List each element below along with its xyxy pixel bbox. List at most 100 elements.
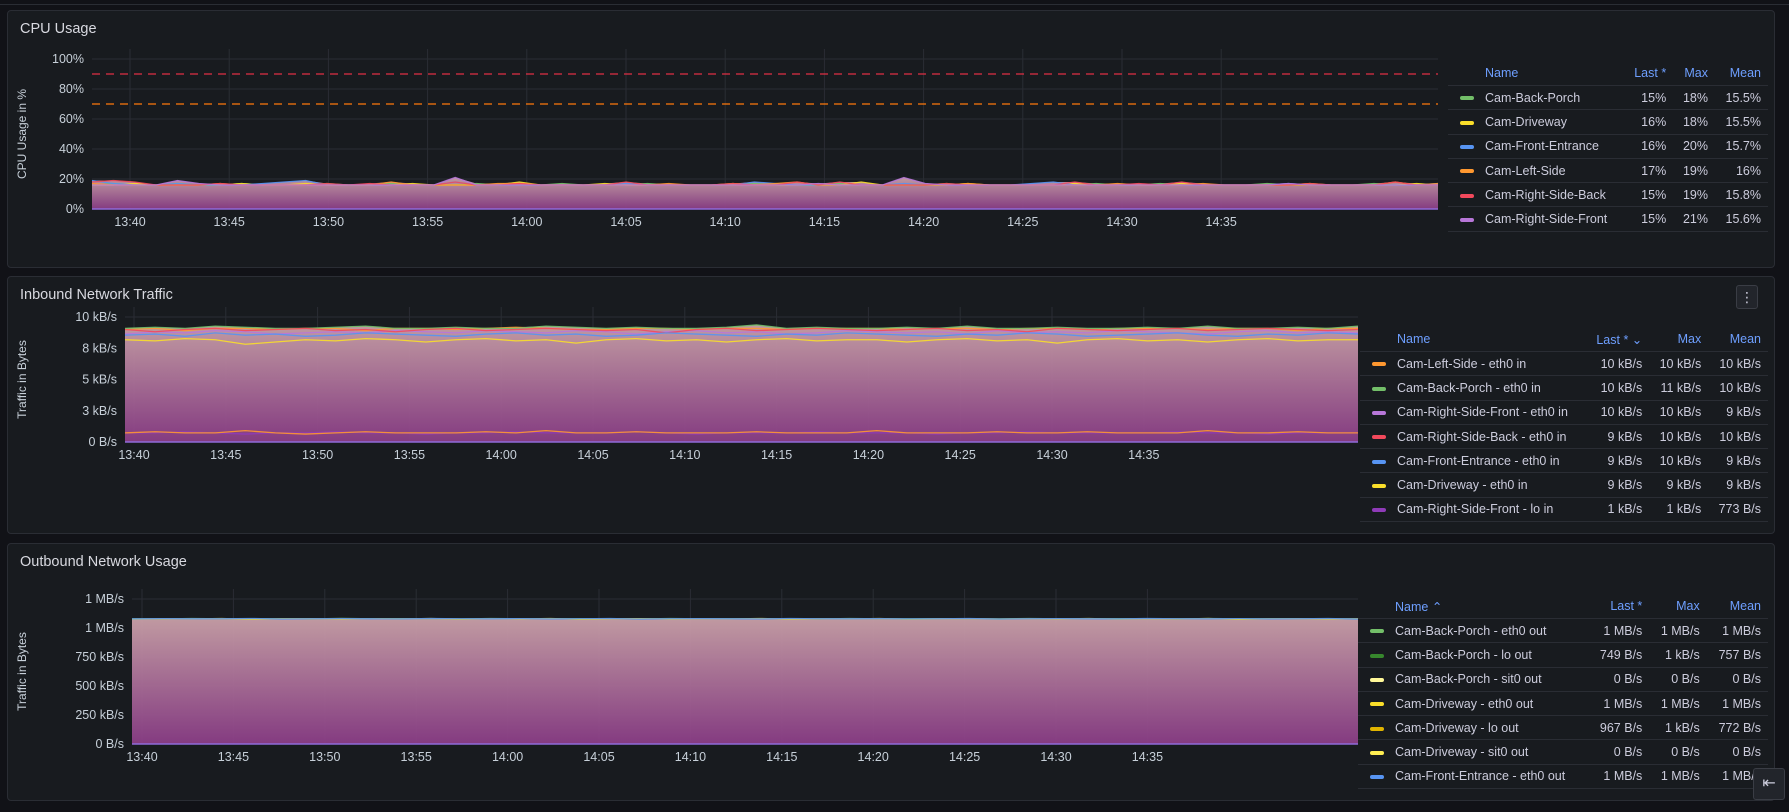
legend-header-mean[interactable]: Mean [1706,594,1768,619]
legend-row[interactable]: Cam-Front-Entrance 16% 20% 15.7% [1448,134,1768,159]
legend-max: 1 MB/s [1649,764,1707,790]
x-tick-label: 13:45 [218,750,249,764]
inbound-traffic-chart[interactable]: 0 B/s 3 kB/s 5 kB/s 8 kB/s 10 kB/s 13:40 13:45… [8,277,1359,534]
legend-header-mean[interactable]: Mean [1708,327,1768,352]
legend-row[interactable]: Cam-Front-Entrance - eth0 out 1 MB/s 1 MB/… [1358,764,1768,790]
legend-header-max[interactable]: Max [1649,327,1709,352]
x-tick-label: 14:00 [486,448,517,462]
legend-row[interactable]: Cam-Driveway - eth0 in 9 kB/s 9 kB/s 9 kB/s [1360,472,1768,498]
x-tick-label: 13:55 [394,448,425,462]
legend-last: 1 MB/s [1588,764,1650,790]
legend-row[interactable]: Cam-Driveway 16% 18% 15.5% [1448,109,1768,135]
collapse-panel-icon[interactable]: ⇤ [1753,768,1785,800]
series-color-swatch [1372,459,1386,464]
legend-last: 10 kB/s [1585,351,1650,377]
y-axis-label: Traffic in Bytes [15,632,29,711]
legend-name: Cam-Driveway - sit0 out [1388,739,1589,765]
legend-last: 1 kB/s [1585,521,1650,527]
legend-last: 17% [1623,158,1674,184]
legend-mean: 0 B/s [1706,739,1768,765]
legend-mean: 757 B/s [1706,642,1768,668]
legend-max: 19% [1673,182,1715,208]
legend-last: 15% [1623,206,1674,232]
legend-row[interactable]: Cam-Back-Porch - sit0 out 0 B/s 0 B/s 0 B/s [1358,667,1768,692]
legend-header-name[interactable]: Name [1478,61,1624,86]
legend-row[interactable]: Cam-Right-Side-Front 15% 21% 15.6% [1448,206,1768,232]
series-color-swatch [1370,702,1384,707]
legend-header-mean[interactable]: Mean [1715,61,1768,86]
legend-last: 749 B/s [1588,642,1650,668]
legend-header-last[interactable]: Last * ⌄ [1585,327,1650,352]
legend-name: Cam-Driveway [1478,109,1624,135]
y-tick-label: 1 MB/s [85,621,124,635]
x-tick-label: 14:15 [766,750,797,764]
x-tick-label: 14:05 [583,750,614,764]
series-color-swatch [1370,750,1384,755]
legend-mean: 773 B/s [1708,497,1768,523]
legend-row[interactable]: Cam-Right-Side-Back - eth0 in 9 kB/s 10 kB… [1360,424,1768,450]
x-tick-label: 14:05 [610,215,641,229]
outbound-traffic-chart[interactable]: 0 B/s 250 kB/s 500 kB/s 750 kB/s 1 MB/s 1 MB/… [8,544,1359,801]
x-tick-label: 14:35 [1132,750,1163,764]
series-color-swatch [1460,96,1474,101]
y-tick-label: 60% [59,112,84,126]
legend-name: Cam-Front-Entrance - eth0 in [1390,448,1586,474]
legend-row[interactable]: Cam-Right-Side-Front - lo in 1 kB/s 1 kB/s… [1360,497,1768,523]
cpu-usage-chart[interactable]: 0% 20% 40% 60% 80% 100% 13:40 13:45 13:50 13:55 14… [8,11,1448,268]
legend-last: 967 B/s [1588,715,1650,741]
legend-header-max[interactable]: Max [1673,61,1715,86]
legend-row[interactable]: Cam-Front-Entrance - eth0 in 9 kB/s 10 kB/… [1360,448,1768,474]
legend-header-spacer [1360,327,1390,352]
legend-row[interactable]: Cam-Right-Side-Front - eth0 in 10 kB/s 10 … [1360,400,1768,425]
legend-row[interactable]: Cam-Driveway - eth0 out 1 MB/s 1 MB/s 1 MB/… [1358,691,1768,717]
series-color-swatch [1370,653,1384,658]
series-color-swatch [1370,677,1384,682]
legend-last: 15% [1623,182,1674,208]
series-color-swatch [1372,435,1386,440]
legend-last: 16% [1623,109,1674,135]
legend-row[interactable]: Cam-Left-Side - eth0 in 10 kB/s 10 kB/s 10 … [1360,351,1768,377]
x-tick-label: 13:50 [309,750,340,764]
x-tick-label: 13:45 [214,215,245,229]
legend-name: Cam-Back-Porch - sit0 out [1388,667,1589,692]
legend-row[interactable]: Cam-Driveway - sit0 out 0 B/s 0 B/s 0 B/s [1358,739,1768,765]
legend-header-name[interactable]: Name ⌃ [1388,594,1589,619]
legend-mean: 9 kB/s [1708,400,1768,425]
legend-max: 1 kB/s [1649,497,1709,523]
legend-row[interactable]: Cam-Back-Porch 15% 18% 15.5% [1448,85,1768,111]
y-tick-label: 8 kB/s [82,341,117,355]
legend-name: Cam-Right-Side-Back [1478,182,1624,208]
y-axis-label: Traffic in Bytes [15,340,29,419]
legend-mean: 15.8% [1715,182,1768,208]
legend-name: Cam-Front-Entrance - eth0 out [1388,764,1589,790]
inbound-legend: Name Last * ⌄ Max Mean Cam-Left-Side - eth0 … [1360,327,1768,527]
outbound-legend: Name ⌃ Last * Max Mean Cam-Back-Porch - eth0… [1358,594,1768,794]
legend-name: Cam-Back-Porch - eth0 in [1390,375,1586,401]
legend-header-name[interactable]: Name [1390,327,1586,352]
legend-row[interactable]: Cam-Left-Side 17% 19% 16% [1448,158,1768,184]
legend-row[interactable]: Cam-Front-Entrance - lo out752 B/s1 kB/s… [1358,788,1768,794]
legend-name: Cam-Front-Entrance [1478,134,1624,159]
legend-row[interactable]: Cam-Back-Porch - eth0 in 10 kB/s 11 kB/s 10… [1360,375,1768,401]
legend-row[interactable]: Cam-Right-Side-Back 15% 19% 15.8% [1448,182,1768,208]
legend-name: Cam-Left-Side - eth0 in [1390,351,1586,377]
legend-last: 0 B/s [1588,739,1650,765]
legend-row[interactable]: Cam-Back-Porch - lo out 749 B/s 1 kB/s 757 … [1358,642,1768,668]
x-tick-label: 14:30 [1036,448,1067,462]
legend-max: 1 kB/s [1649,715,1707,741]
legend-row[interactable]: Cam-Driveway - lo out 967 B/s 1 kB/s 772 B/… [1358,715,1768,741]
legend-header-max[interactable]: Max [1649,594,1707,619]
legend-last: 1 kB/s [1585,497,1650,523]
series-color-swatch [1370,726,1384,731]
x-tick-label: 13:40 [126,750,157,764]
legend-last: 752 B/s [1588,788,1650,794]
x-tick-label: 14:25 [1007,215,1038,229]
legend-last: 16% [1623,134,1674,159]
legend-header-last[interactable]: Last * [1623,61,1674,86]
panel-menu-button[interactable]: ⋮ [1736,285,1758,309]
legend-row[interactable]: Cam-Back-Porch - eth0 out 1 MB/s 1 MB/s 1 M… [1358,618,1768,644]
legend-row[interactable]: Cam-Left-Side - lo in1 kB/s1 kB/s773 B/s [1360,521,1768,527]
legend-header-spacer [1358,594,1388,619]
x-tick-label: 13:55 [401,750,432,764]
legend-header-last[interactable]: Last * [1588,594,1650,619]
